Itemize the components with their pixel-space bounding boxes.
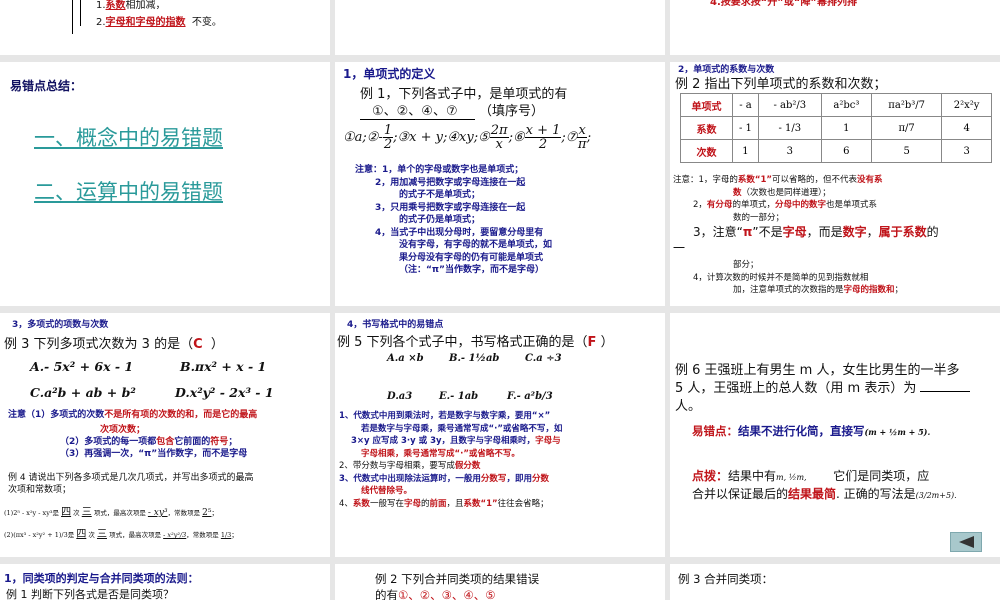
table-row: 系数 - 1- 1/3 1 π/7 4 <box>680 116 992 140</box>
triangle-left-icon <box>959 536 974 548</box>
slide-thumbnail[interactable]: 4，书写格式中的易错点 例 5 下列各个式子中，书写格式正确的是（F ） A.a… <box>335 313 665 557</box>
tip-line-1: 点拨：结果中有m, ½m, 它们是同类项，应 <box>692 469 930 483</box>
slide-title: 1，单项式的定义 <box>343 67 436 81</box>
table-row: 次数 1 3 6 5 3 <box>680 139 992 163</box>
question: 例 6 王强班上有男生 m 人，女生比男生的一半多 5 人，王强班上的总人数（用… <box>675 362 971 416</box>
slide-text: 4.按要求按“升”或“降”幂排列排 <box>710 0 858 8</box>
question: 例 3 下列多项式次数为 3 的是（C ） <box>4 337 224 352</box>
slide-thumbnail[interactable]: 1，同类项的判定与合并同类项的法则： 例 1 判断下列各式是否是同类项？ <box>0 564 330 600</box>
rule-line-2: 2.字母和字母的指数 不变。 <box>96 17 222 28</box>
slide-title: 1，同类项的判定与合并同类项的法则： <box>4 572 199 585</box>
slide-thumbnail[interactable]: 1，单项式的定义 例 1，下列各式子中，是单项式的有 ①、②、④、⑦ （填序号）… <box>335 62 665 306</box>
option-d: D.x²y² - 2x³ - 1 <box>175 385 274 400</box>
slide-thumbnail[interactable]: 例 3 合并同类项： <box>670 564 1000 600</box>
bracket-line <box>72 0 73 34</box>
option-b: B.πx² + x - 1 <box>180 359 267 374</box>
slide-thumbnail[interactable]: 例 2 下列合并同类项的结果错误 的有①、②、③、④、⑤ <box>335 564 665 600</box>
monomial-table: 单项式 - a- ab²/3 a²bc³ πa²b³/7 2²x²y 系数 - 1- 1/… <box>680 93 992 163</box>
option-d: D.a3 <box>387 391 413 402</box>
answer-row: (1)2⁵ - x²y - xy³是 四 次 三 项式，最高次项是 - xy³，… <box>4 507 218 518</box>
slide-thumbnail[interactable]: 4.按要求按“升”或“降”幂排列排 <box>670 0 1000 55</box>
link-concept-errors[interactable]: 一、概念中的易错题 <box>34 122 223 152</box>
notes: 注意：1，字母的系数“1”可以省略的，但不代表没有系 数（次数也是同样道理）； … <box>673 175 939 295</box>
question: 例 2 下列合并同类项的结果错误 <box>375 572 540 586</box>
bracket-line <box>80 0 81 26</box>
option-a: A.a ×b <box>387 353 424 364</box>
slide-thumbnail[interactable] <box>335 0 665 55</box>
question: 例 2 指出下列单项式的系数和次数； <box>675 77 887 92</box>
slide-title: 易错点总结： <box>10 79 83 93</box>
link-operation-errors[interactable]: 二、运算中的易错题 <box>34 176 223 206</box>
question-cont: 的有①、②、③、④、⑤ <box>375 588 496 600</box>
slide-thumbnail[interactable]: 3，多项式的项数与次数 例 3 下列多项式次数为 3 的是（C ） A.- 5x… <box>0 313 330 557</box>
tip-line-2: 合并以保证最后的结果最简. 正确的写法是(3/2m+5). <box>692 487 957 501</box>
hint: （填序号） <box>479 104 545 119</box>
question-4: 例 4 请说出下列各多项式是几次几项式，并写出多项式的最高 次项和常数项； <box>8 473 254 495</box>
slide-thumbnail[interactable]: 易错点总结： 一、概念中的易错题 二、运算中的易错题 <box>0 62 330 306</box>
answer-row: (2)(πx³ - x²y² + 1)/3是 四 次 三 项式，最高次项是 - … <box>4 529 238 540</box>
table-row: 单项式 - a- ab²/3 a²bc³ πa²b³/7 2²x²y <box>680 93 992 117</box>
option-c: C.a²b + ab + b² <box>30 385 136 400</box>
question: 例 1 判断下列各式是否是同类项？ <box>6 588 174 600</box>
option-c: C.a ÷3 <box>525 353 562 364</box>
option-a: A.- 5x² + 6x - 1 <box>30 359 134 374</box>
rule-line-1: 1.系数相加减， <box>96 0 166 11</box>
notes: 注意（1）多项式的次数不是所有项的次数的和，而是它的最高 次项次数； （2）多项… <box>8 410 258 459</box>
answer: ①、②、④、⑦ <box>360 100 475 120</box>
question: 例 5 下列各个式子中，书写格式正确的是（F ） <box>337 335 614 350</box>
slide-thumbnail[interactable]: 例 6 王强班上有男生 m 人，女生比男生的一半多 5 人，王强班上的总人数（用… <box>670 313 1000 557</box>
notes: 1、代数式中用到乘法时，若是数字与数字乘，要用“×” 若是数字与字母乘，乘号通常… <box>339 411 563 509</box>
option-f: F.- a²b/3 <box>507 391 553 402</box>
question: 例 3 合并同类项： <box>678 572 774 586</box>
option-e: E.- 1ab <box>439 391 479 402</box>
error-point: 易错点：结果不进行化简，直接写(m + ½m + 5). <box>692 424 931 438</box>
notes: 注意：1，单个的字母或数字也是单项式； 2，用加减号把数字或字母连接在一起 的式… <box>355 165 553 275</box>
slide-thumbnail[interactable]: 1.系数相加减， 2.字母和字母的指数 不变。 <box>0 0 330 55</box>
math-expression: ①a;②- 1 2 ;③x + y;④xy;⑤ 2π x ;⑥ x + 1 2 ;⑦ x π; <box>343 123 592 152</box>
slide-thumbnail[interactable]: 2，单项式的系数与次数 例 2 指出下列单项式的系数和次数； 单项式 - a- a… <box>670 62 1000 306</box>
slide-title: 3，多项式的项数与次数 <box>12 320 109 330</box>
back-button[interactable] <box>950 532 982 552</box>
option-b: B.- 1½ab <box>449 353 500 364</box>
slide-title: 4，书写格式中的易错点 <box>347 320 444 330</box>
